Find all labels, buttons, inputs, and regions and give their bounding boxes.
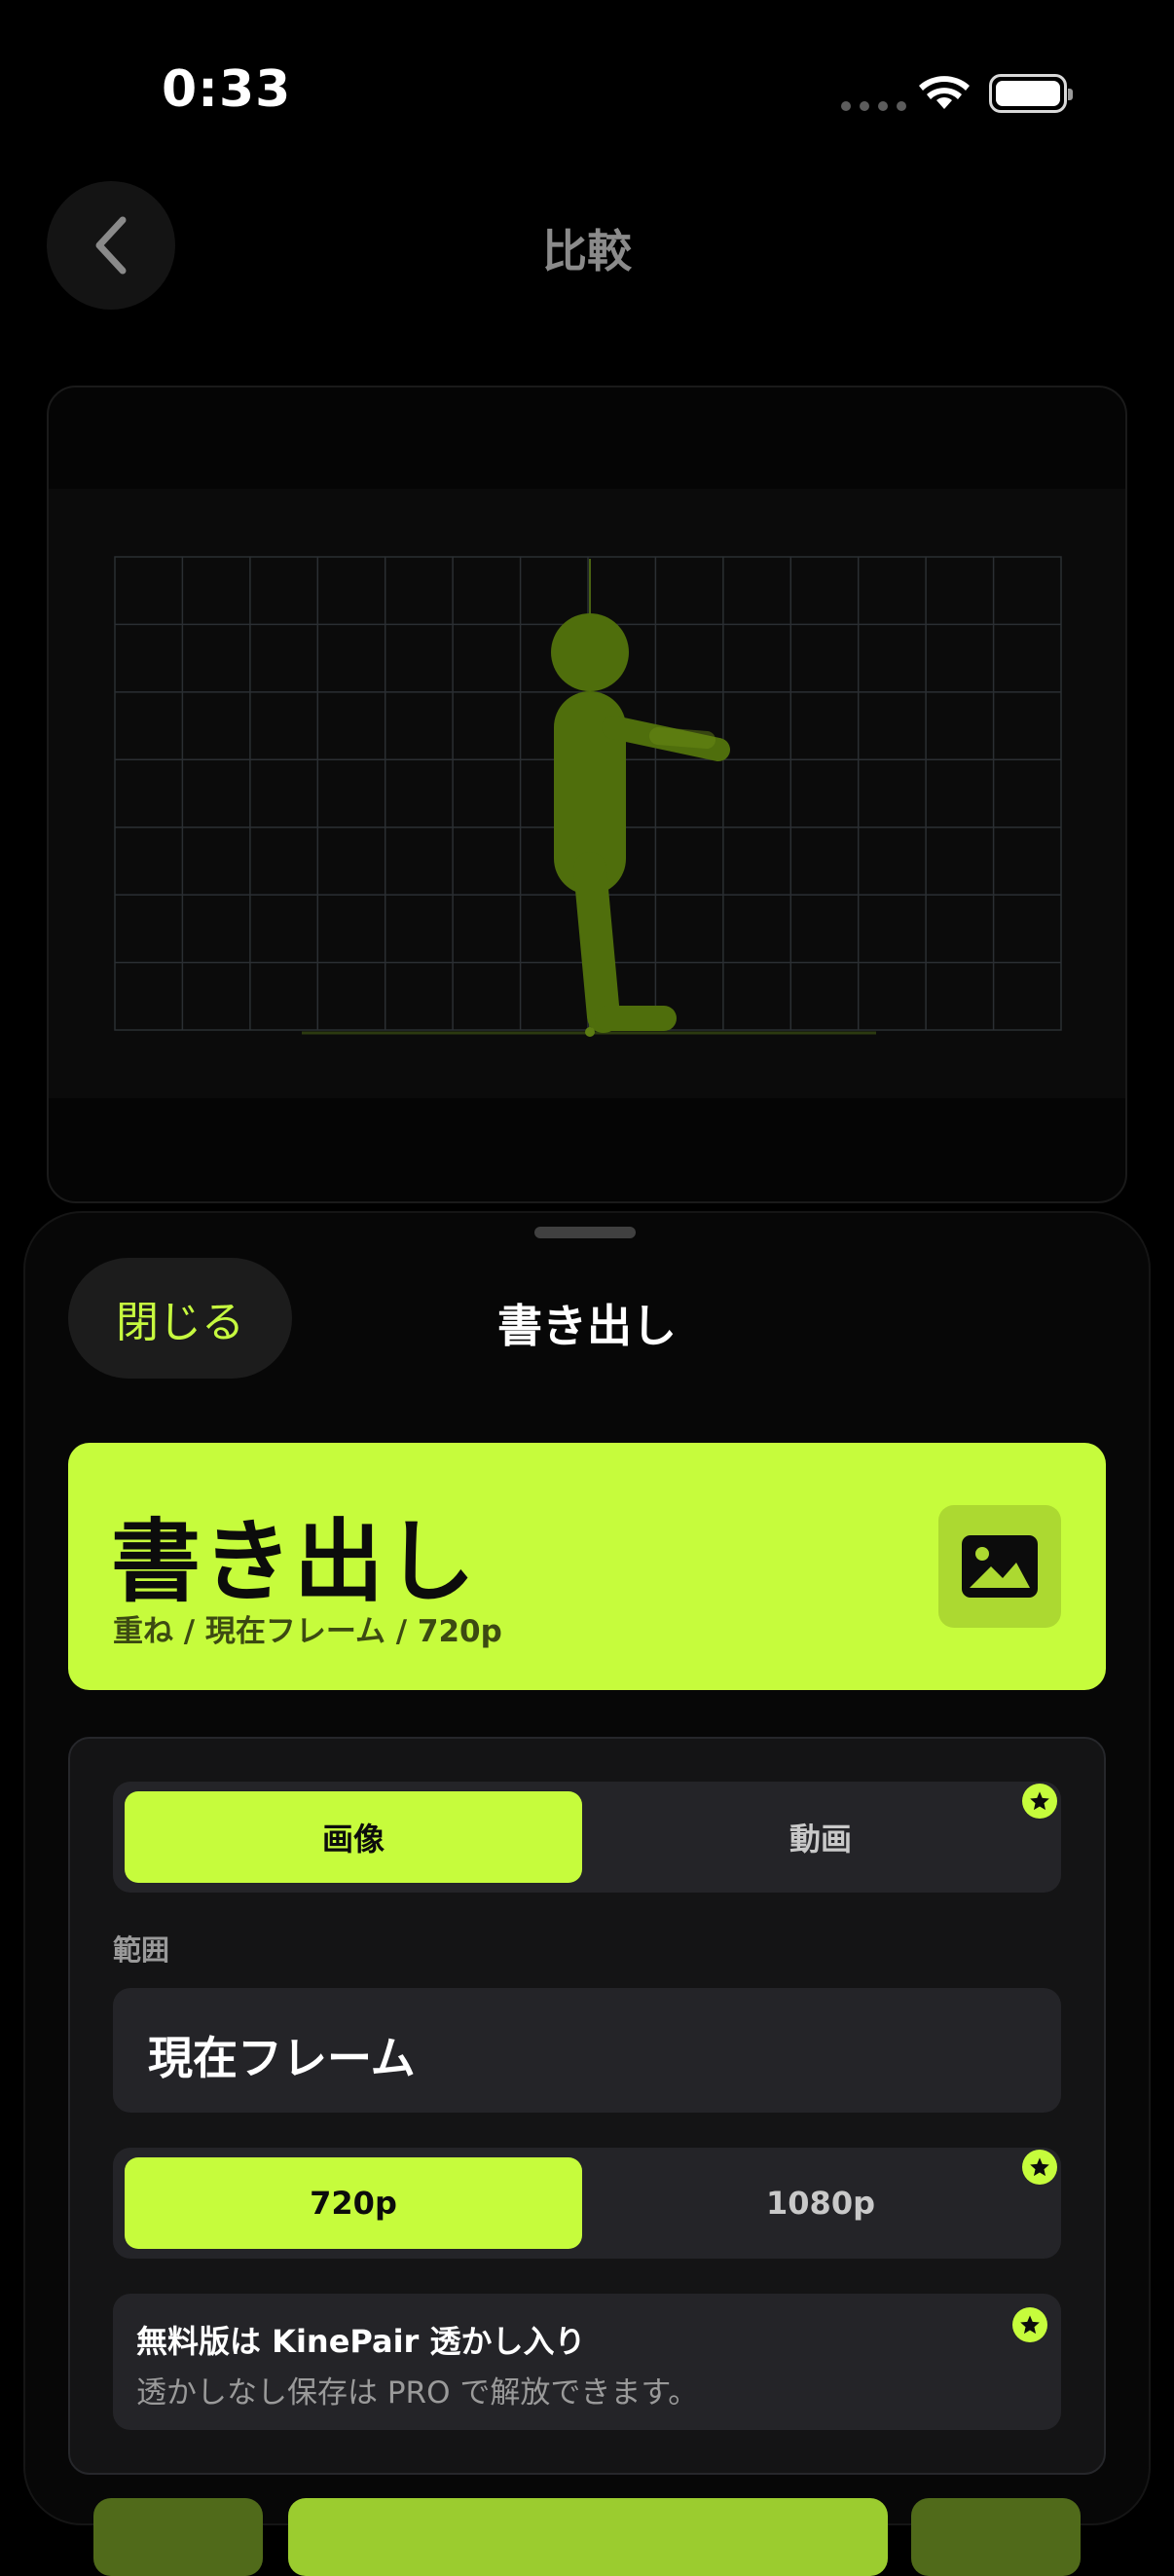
range-value: 現在フレーム [148,2032,416,2084]
stick-figure [551,613,730,1033]
status-time: 0:33 [162,60,292,119]
export-summary: 重ね / 現在フレーム / 720p [113,1614,502,1649]
wifi-icon [919,72,970,115]
background-button-right [911,2498,1081,2576]
preview-canvas [49,489,1125,1098]
image-icon [938,1505,1061,1628]
format-segmented-control: 画像 動画 [113,1782,1061,1893]
resolution-option-720p[interactable]: 720p [125,2157,582,2249]
star-icon [1022,2150,1057,2185]
range-label: 範囲 [113,1933,170,1967]
background-button-center [288,2498,888,2576]
resolution-segmented-control: 720p 1080p [113,2148,1061,2259]
battery-icon [989,74,1073,113]
format-option-image[interactable]: 画像 [125,1791,582,1883]
background-button-left [93,2498,263,2576]
resolution-option-1080p[interactable]: 1080p [592,2157,1049,2249]
format-option-video[interactable]: 動画 [592,1791,1049,1883]
star-icon [1022,1784,1057,1819]
star-icon [1012,2307,1047,2342]
sheet-grabber[interactable] [534,1227,636,1238]
sheet-title: 書き出し [497,1300,677,1352]
cellular-signal-icon [841,101,906,111]
page-title: 比較 [542,225,632,277]
watermark-notice-title: 無料版は KinePair 透かし入り [136,2323,586,2360]
export-title: 書き出し [111,1510,478,1614]
comparison-preview [47,386,1127,1203]
watermark-notice-description: 透かしなし保存は PRO で解放できます。 [136,2375,699,2410]
